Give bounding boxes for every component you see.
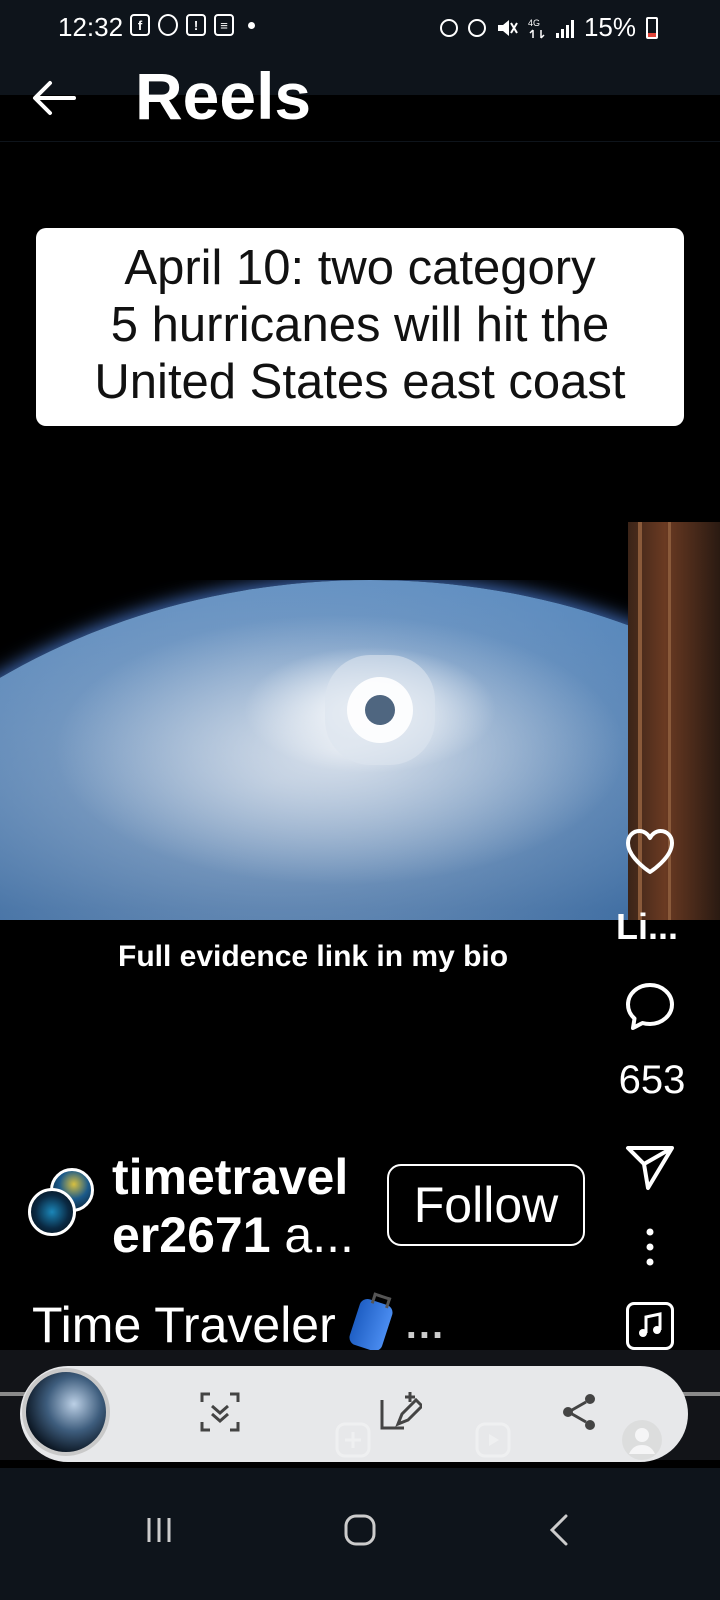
follow-button[interactable]: Follow xyxy=(387,1164,585,1246)
home-icon[interactable] xyxy=(336,1506,384,1554)
svg-text:4G: 4G xyxy=(528,18,540,28)
earth-globe xyxy=(0,580,660,920)
news-icon: ≡ xyxy=(214,14,234,36)
alarm-icon xyxy=(467,18,486,37)
recent-apps-icon[interactable] xyxy=(135,1506,183,1554)
video-caption-box: April 10: two category 5 hurricanes will… xyxy=(36,228,684,426)
hurricane-eye xyxy=(365,695,395,725)
username-suffix: a... xyxy=(270,1207,354,1263)
earth-hurricane-image xyxy=(0,580,660,920)
mute-icon xyxy=(497,19,518,36)
edit-screenshot-icon[interactable] xyxy=(378,1390,422,1434)
comment-icon[interactable] xyxy=(624,980,676,1032)
caption-line-3: United States east coast xyxy=(94,355,626,409)
heart-icon[interactable] xyxy=(624,826,676,878)
status-bar: 12:32 f ! ≡ 4G 15% xyxy=(0,0,720,52)
username[interactable]: timetravel er2671 a... xyxy=(112,1148,354,1264)
header-fade xyxy=(0,95,720,141)
username-line2-wrap: er2671 a... xyxy=(112,1206,354,1264)
4g-icon: 4G xyxy=(528,18,545,39)
video-sub-caption: Full evidence link in my bio xyxy=(118,940,509,973)
system-icons: 4G 15% xyxy=(439,12,658,43)
reels-nav-icon[interactable] xyxy=(473,1420,513,1460)
signal-icon xyxy=(555,18,574,38)
caption-line-2: 5 hurricanes will hit the xyxy=(110,298,610,352)
username-line2: er2671 xyxy=(112,1207,271,1263)
profile-nav-icon[interactable] xyxy=(620,1418,664,1462)
back-arrow-icon[interactable] xyxy=(30,78,76,118)
battery-icon xyxy=(646,16,658,39)
user-avatar[interactable] xyxy=(28,1164,98,1238)
data-icon xyxy=(439,18,458,37)
create-icon[interactable] xyxy=(333,1420,373,1460)
facebook-icon: f xyxy=(130,14,150,36)
battery-percent: 15% xyxy=(583,12,636,42)
system-back-icon[interactable] xyxy=(536,1506,584,1554)
more-notifications-dot xyxy=(248,21,255,29)
page-title: Reels xyxy=(135,59,312,133)
reel-description[interactable]: Time Traveler ... xyxy=(32,1296,445,1354)
avatar-primary xyxy=(28,1188,76,1236)
whatsapp-icon xyxy=(158,14,178,36)
description-more[interactable]: ... xyxy=(406,1303,445,1348)
comment-count: 653 xyxy=(618,1058,686,1102)
notification-icon: ! xyxy=(186,14,206,36)
share-icon[interactable] xyxy=(558,1390,602,1434)
caption-line-1: April 10: two category xyxy=(124,241,596,295)
status-time: 12:32 xyxy=(58,12,124,42)
scroll-capture-icon[interactable] xyxy=(198,1390,242,1434)
send-icon[interactable] xyxy=(624,1140,676,1192)
more-options-icon[interactable] xyxy=(640,1222,660,1272)
screenshot-thumbnail[interactable] xyxy=(22,1368,110,1456)
notification-icons: f ! ≡ xyxy=(130,14,255,36)
like-label: Li... xyxy=(616,906,678,947)
description-text: Time Traveler xyxy=(32,1297,336,1353)
audio-track-icon[interactable] xyxy=(626,1302,674,1350)
luggage-emoji-icon xyxy=(347,1296,395,1354)
username-line1: timetravel xyxy=(112,1149,349,1205)
